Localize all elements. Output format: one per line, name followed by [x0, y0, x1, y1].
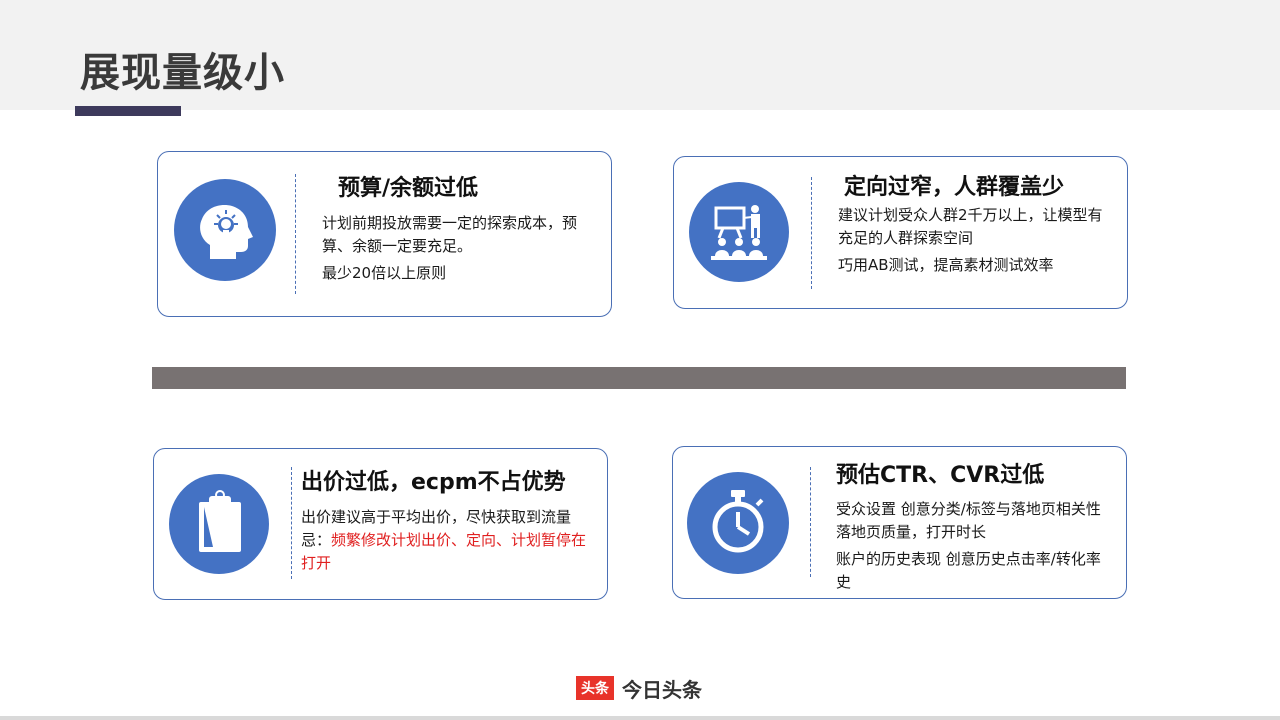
card-text: 出价建议高于平均出价，尽快获取到流量 忌：频繁修改计划出价、定向、计划暂停在打开	[301, 506, 596, 575]
card-line: 受众设置 创意分类/标签与落地页相关性 落地页质量，打开时长	[836, 500, 1101, 541]
card-divider	[810, 467, 811, 577]
card-ctr-cvr: 预估CTR、CVR过低 受众设置 创意分类/标签与落地页相关性 落地页质量，打开…	[672, 446, 1127, 599]
card-title: 出价过低，ecpm不占优势	[301, 470, 566, 495]
section-divider	[152, 367, 1126, 389]
logo-badge: 头条	[576, 676, 614, 700]
card-line: 最少20倍以上原则	[322, 264, 447, 282]
card-targeting: 定向过窄，人群覆盖少 建议计划受众人群2千万以上，让模型有充足的人群探索空间 巧…	[673, 156, 1128, 309]
card-line: 巧用AB测试，提高素材测试效率	[838, 256, 1054, 274]
card-line: 出价建议高于平均出价，尽快获取到流量	[301, 508, 572, 526]
card-bid: 出价过低，ecpm不占优势 出价建议高于平均出价，尽快获取到流量 忌：频繁修改计…	[153, 448, 608, 600]
card-text: 受众设置 创意分类/标签与落地页相关性 落地页质量，打开时长 账户的历史表现 创…	[836, 498, 1111, 594]
card-line: 建议计划受众人群2千万以上，让模型有充足的人群探索空间	[838, 206, 1103, 247]
card-line: 计划前期投放需要一定的探索成本，预算、余额一定要充足。	[322, 214, 578, 255]
card-title: 预估CTR、CVR过低	[836, 463, 1045, 488]
stopwatch-icon	[687, 472, 789, 574]
card-warning-line: 忌：频繁修改计划出价、定向、计划暂停在打开	[301, 529, 596, 575]
clipboard-icon	[169, 474, 269, 574]
card-title: 定向过窄，人群覆盖少	[844, 175, 1065, 200]
card-text: 建议计划受众人群2千万以上，让模型有充足的人群探索空间 巧用AB测试，提高素材测…	[838, 204, 1113, 277]
page-title: 展现量级小	[80, 50, 285, 96]
warning-text: 频繁修改计划出价、定向、计划暂停在打开	[301, 531, 587, 572]
toutiao-logo: 头条 今日头条	[576, 676, 702, 702]
card-title: 预算/余额过低	[338, 176, 479, 201]
card-divider	[291, 467, 292, 579]
card-text: 计划前期投放需要一定的探索成本，预算、余额一定要充足。 最少20倍以上原则	[322, 212, 602, 285]
card-divider	[811, 177, 812, 289]
card-line: 账户的历史表现 创意历史点击率/转化率史	[836, 550, 1101, 591]
title-underline	[75, 106, 181, 116]
card-divider	[295, 174, 296, 294]
card-budget: 预算/余额过低 计划前期投放需要一定的探索成本，预算、余额一定要充足。 最少20…	[157, 151, 612, 317]
logo-text: 今日头条	[622, 677, 702, 702]
bottom-line	[0, 716, 1280, 720]
head-lightbulb-icon	[174, 179, 276, 281]
presentation-audience-icon	[689, 182, 789, 282]
warning-prefix: 忌：	[301, 531, 332, 549]
